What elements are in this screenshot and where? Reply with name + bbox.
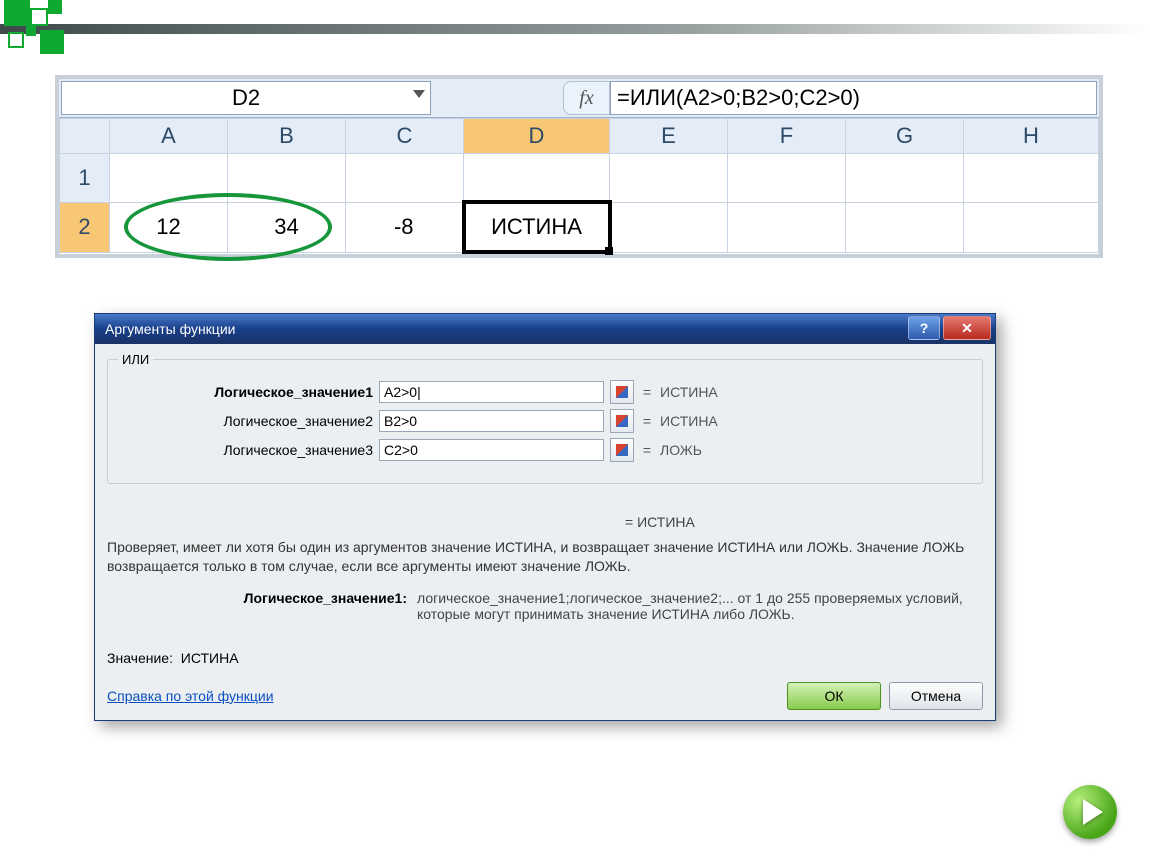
function-fieldset: ИЛИ Логическое_значение1 = ИСТИНА Логиче… [107,352,983,484]
arg-input-3[interactable] [379,439,604,461]
row-1: 1 [60,154,1099,203]
row-2: 2 12 34 -8 ИСТИНА [60,202,1099,252]
name-box[interactable]: D2 [61,81,431,115]
formula-input[interactable]: =ИЛИ(A2>0;B2>0;C2>0) [610,81,1097,115]
dialog-titlebar[interactable]: Аргументы функции ? ✕ [95,314,995,344]
range-picker-icon[interactable] [610,438,634,462]
slide-accent-bar [0,24,1150,34]
equals-sign: = [640,384,654,400]
name-box-dropdown-icon[interactable] [413,90,425,98]
next-slide-button[interactable] [1063,785,1117,839]
arrow-right-icon [1083,799,1103,825]
cell-a1[interactable] [110,154,228,203]
cell-b2[interactable]: 34 [228,202,346,252]
row-header-1[interactable]: 1 [60,154,110,203]
col-header-a[interactable]: A [110,119,228,154]
argument-description: Логическое_значение1: логическое_значени… [107,590,983,622]
dialog-title: Аргументы функции [105,321,235,337]
cell-e1[interactable] [610,154,728,203]
arg-label-1: Логическое_значение1 [118,384,373,400]
formula-bar: D2 fx =ИЛИ(A2>0;B2>0;C2>0) [59,79,1099,118]
function-total-result: = ИСТИНА [625,514,983,530]
col-header-f[interactable]: F [728,119,846,154]
ok-button[interactable]: ОК [787,682,881,710]
range-picker-icon[interactable] [610,380,634,404]
arg-row-1: Логическое_значение1 = ИСТИНА [118,380,972,404]
arg-result-2: ИСТИНА [660,413,718,429]
insert-function-button[interactable]: fx [563,81,610,115]
col-header-h[interactable]: H [964,119,1099,154]
cell-f1[interactable] [728,154,846,203]
col-header-g[interactable]: G [846,119,964,154]
function-description: Проверяет, имеет ли хотя бы один из аргу… [107,538,983,576]
cell-c2[interactable]: -8 [346,202,464,252]
grid: A B C D E F G H 1 [59,118,1099,254]
arg-row-3: Логическое_значение3 = ЛОЖЬ [118,438,972,462]
cancel-button[interactable]: Отмена [889,682,983,710]
arg-input-1[interactable] [379,381,604,403]
col-header-d[interactable]: D [464,119,610,154]
cell-d2[interactable]: ИСТИНА [464,202,610,252]
function-name: ИЛИ [118,352,153,367]
arg-input-2[interactable] [379,410,604,432]
slide-accent-squares [0,0,100,60]
select-all-corner[interactable] [60,119,110,154]
name-box-value: D2 [232,85,260,110]
row-header-2[interactable]: 2 [60,202,110,252]
arg-result-3: ЛОЖЬ [660,442,702,458]
excel-window: D2 fx =ИЛИ(A2>0;B2>0;C2>0) A B C [55,75,1103,258]
cell-f2[interactable] [728,202,846,252]
value-line: Значение: ИСТИНА [107,650,983,666]
cell-e2[interactable] [610,202,728,252]
cell-b1[interactable] [228,154,346,203]
arg-desc-text: логическое_значение1;логическое_значение… [417,590,983,622]
arg-result-1: ИСТИНА [660,384,718,400]
range-picker-icon[interactable] [610,409,634,433]
cell-c1[interactable] [346,154,464,203]
column-headers: A B C D E F G H [60,119,1099,154]
cell-h2[interactable] [964,202,1099,252]
worksheet[interactable]: A B C D E F G H 1 [59,118,1099,254]
cell-d1[interactable] [464,154,610,203]
cell-a2[interactable]: 12 [110,202,228,252]
dialog-close-button[interactable]: ✕ [943,316,991,340]
col-header-e[interactable]: E [610,119,728,154]
cell-g1[interactable] [846,154,964,203]
cell-g2[interactable] [846,202,964,252]
arg-desc-label: Логическое_значение1: [107,590,407,622]
col-header-b[interactable]: B [228,119,346,154]
function-help-link[interactable]: Справка по этой функции [107,688,274,704]
cell-h1[interactable] [964,154,1099,203]
arg-row-2: Логическое_значение2 = ИСТИНА [118,409,972,433]
col-header-c[interactable]: C [346,119,464,154]
arg-label-3: Логическое_значение3 [118,442,373,458]
arg-label-2: Логическое_значение2 [118,413,373,429]
dialog-help-button[interactable]: ? [908,316,940,340]
function-arguments-dialog: Аргументы функции ? ✕ ИЛИ Логическое_зна… [94,313,996,721]
